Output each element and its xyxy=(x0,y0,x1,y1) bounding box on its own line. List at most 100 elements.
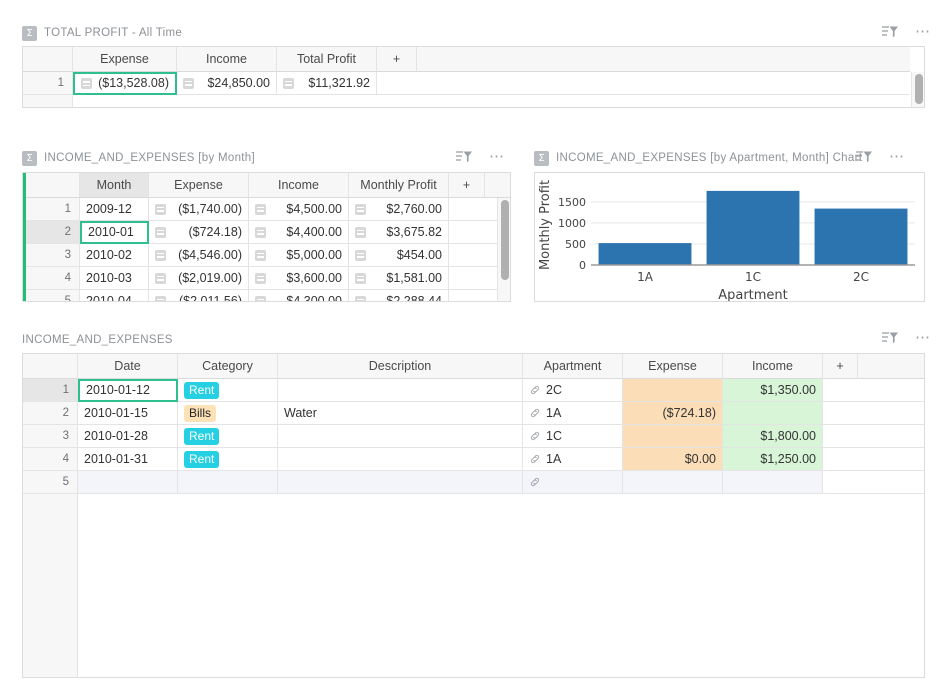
table-row[interactable]: 2 2010-01-15 Bills Water 1A ($724.18) xyxy=(23,402,924,425)
table-row-new[interactable]: 5 xyxy=(23,471,924,494)
table-row[interactable]: 3 2010-01-28 Rent 1C $1,800.00 xyxy=(23,425,924,448)
cell-apartment[interactable]: 2C xyxy=(523,379,623,402)
col-header-expense[interactable]: Expense xyxy=(623,354,723,379)
cell-date[interactable]: 2010-01-31 xyxy=(78,448,178,471)
cell-description[interactable] xyxy=(278,379,523,402)
cell-expense[interactable]: ($2,011.56) xyxy=(149,290,249,302)
row-number[interactable]: 1 xyxy=(23,72,73,95)
chart-bar[interactable] xyxy=(599,243,692,265)
col-header-income[interactable]: Income xyxy=(723,354,823,379)
row-number[interactable]: 5 xyxy=(23,290,80,302)
cell-total-profit[interactable]: $11,321.92 xyxy=(277,72,377,95)
sort-filter-icon[interactable] xyxy=(881,24,899,40)
cell-income[interactable]: $1,250.00 xyxy=(723,448,823,471)
overflow-menu-icon[interactable]: ⋯ xyxy=(489,152,505,162)
table-row[interactable]: 1 2009-12 ($1,740.00) $4,500.00 $2,760.0… xyxy=(23,198,510,221)
overflow-menu-icon[interactable]: ⋯ xyxy=(915,333,931,343)
cell-income[interactable]: $4,300.00 xyxy=(249,290,349,302)
chart-bar[interactable] xyxy=(707,191,800,265)
col-header-date[interactable]: Date xyxy=(78,354,178,379)
overflow-menu-icon[interactable]: ⋯ xyxy=(915,27,931,37)
cell-expense[interactable] xyxy=(623,471,723,494)
cell-month[interactable]: 2010-03 xyxy=(80,267,149,290)
table-row[interactable]: 2 2010-01 ($724.18) $4,400.00 $3,675.82 xyxy=(23,221,510,244)
cell-month[interactable]: 2010-01 xyxy=(80,221,149,244)
cell-income[interactable]: $4,500.00 xyxy=(249,198,349,221)
chart-bar[interactable] xyxy=(815,209,908,265)
cell-month[interactable]: 2009-12 xyxy=(80,198,149,221)
chart-bar-monthly-profit-by-apartment[interactable]: 050010001500 1A1C2C Apartment Monthly Pr… xyxy=(534,172,925,302)
col-header-income[interactable]: Income xyxy=(249,173,349,198)
cell-category[interactable]: Rent xyxy=(178,425,278,448)
cell-date[interactable]: 2010-01-12 xyxy=(78,379,178,402)
cell-apartment[interactable]: 1A xyxy=(523,448,623,471)
col-header-expense[interactable]: Expense xyxy=(73,47,177,72)
table-row[interactable]: 5 2010-04 ($2,011.56) $4,300.00 $2,288.4… xyxy=(23,290,510,302)
cell-category[interactable]: Rent xyxy=(178,379,278,402)
grid-income-and-expenses[interactable]: Date Category Description Apartment Expe… xyxy=(22,353,925,678)
col-header-month[interactable]: Month xyxy=(80,173,149,198)
cell-expense[interactable] xyxy=(623,379,723,402)
cell-monthly-profit[interactable]: $454.00 xyxy=(349,244,449,267)
cell-category[interactable]: Bills xyxy=(178,402,278,425)
add-column-button[interactable]: + xyxy=(823,354,858,379)
cell-category[interactable] xyxy=(178,471,278,494)
cell-expense[interactable]: ($724.18) xyxy=(623,402,723,425)
col-header-description[interactable]: Description xyxy=(278,354,523,379)
cell-expense[interactable]: ($13,528.08) xyxy=(73,72,177,95)
cell-income[interactable]: $24,850.00 xyxy=(177,72,277,95)
grid-total-profit[interactable]: Expense Income Total Profit + 1 ($13,528… xyxy=(22,46,925,108)
cell-income[interactable]: $1,350.00 xyxy=(723,379,823,402)
cell-expense[interactable]: ($724.18) xyxy=(149,221,249,244)
col-header-expense[interactable]: Expense xyxy=(149,173,249,198)
sort-filter-icon[interactable] xyxy=(855,149,873,165)
cell-date[interactable]: 2010-01-15 xyxy=(78,402,178,425)
cell-income[interactable]: $4,400.00 xyxy=(249,221,349,244)
cell-description[interactable] xyxy=(278,448,523,471)
cell-apartment[interactable]: 1C xyxy=(523,425,623,448)
cell-expense[interactable] xyxy=(623,425,723,448)
row-number[interactable]: 5 xyxy=(23,471,78,494)
cell-monthly-profit[interactable]: $3,675.82 xyxy=(349,221,449,244)
row-number[interactable]: 2 xyxy=(23,402,78,425)
cell-income[interactable]: $5,000.00 xyxy=(249,244,349,267)
col-header-monthly-profit[interactable]: Monthly Profit xyxy=(349,173,449,198)
cell-apartment[interactable] xyxy=(523,471,623,494)
vertical-scrollbar[interactable] xyxy=(911,72,924,108)
cell-income[interactable]: $1,800.00 xyxy=(723,425,823,448)
cell-monthly-profit[interactable]: $2,288.44 xyxy=(349,290,449,302)
cell-category[interactable]: Rent xyxy=(178,448,278,471)
col-header-total-profit[interactable]: Total Profit xyxy=(277,47,377,72)
col-header-category[interactable]: Category xyxy=(178,354,278,379)
col-header-apartment[interactable]: Apartment xyxy=(523,354,623,379)
cell-apartment[interactable]: 1A xyxy=(523,402,623,425)
table-row[interactable]: 3 2010-02 ($4,546.00) $5,000.00 $454.00 xyxy=(23,244,510,267)
cell-month[interactable]: 2010-02 xyxy=(80,244,149,267)
scrollbar-thumb[interactable] xyxy=(501,200,509,280)
table-row[interactable]: 4 2010-01-31 Rent 1A $0.00 $1,250.00 xyxy=(23,448,924,471)
cell-expense[interactable]: ($4,546.00) xyxy=(149,244,249,267)
row-number[interactable]: 1 xyxy=(23,379,78,402)
cell-monthly-profit[interactable]: $1,581.00 xyxy=(349,267,449,290)
cell-description[interactable] xyxy=(278,425,523,448)
cell-monthly-profit[interactable]: $2,760.00 xyxy=(349,198,449,221)
row-number[interactable]: 3 xyxy=(23,425,78,448)
row-number[interactable]: 2 xyxy=(23,221,80,244)
cell-expense[interactable]: $0.00 xyxy=(623,448,723,471)
sort-filter-icon[interactable] xyxy=(455,149,473,165)
cell-date[interactable] xyxy=(78,471,178,494)
row-number[interactable]: 4 xyxy=(23,267,80,290)
add-column-button[interactable]: + xyxy=(377,47,417,72)
sort-filter-icon[interactable] xyxy=(881,330,899,346)
cell-expense[interactable]: ($1,740.00) xyxy=(149,198,249,221)
row-number[interactable]: 1 xyxy=(23,198,80,221)
col-header-income[interactable]: Income xyxy=(177,47,277,72)
table-row[interactable]: 1 2010-01-12 Rent 2C $1,350.00 xyxy=(23,379,924,402)
table-row[interactable]: 1 ($13,528.08) $24,850.00 $11,321.92 xyxy=(23,72,924,95)
table-row[interactable]: 4 2010-03 ($2,019.00) $3,600.00 $1,581.0… xyxy=(23,267,510,290)
grid-by-month[interactable]: Month Expense Income Monthly Profit + 1 … xyxy=(22,172,511,302)
cell-income[interactable] xyxy=(723,471,823,494)
scrollbar-thumb[interactable] xyxy=(915,74,923,104)
cell-expense[interactable]: ($2,019.00) xyxy=(149,267,249,290)
row-number[interactable]: 4 xyxy=(23,448,78,471)
